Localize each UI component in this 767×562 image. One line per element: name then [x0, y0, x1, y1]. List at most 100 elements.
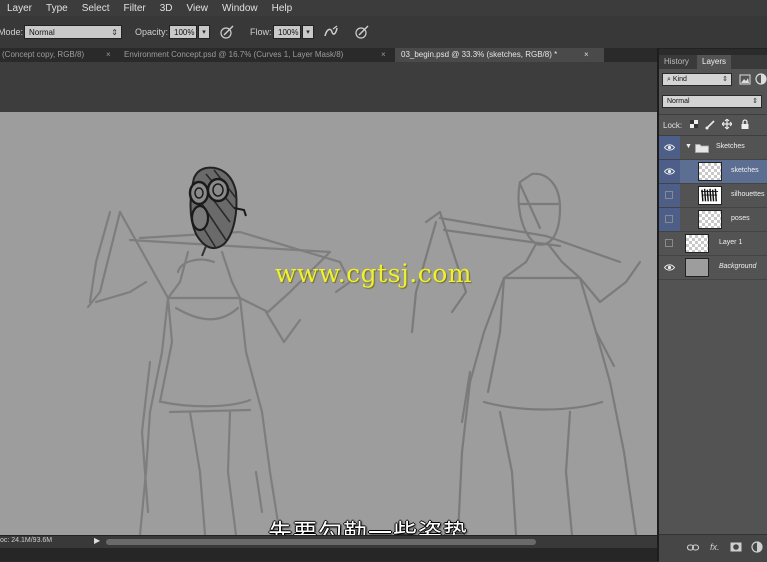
tab-close-icon[interactable]: × [381, 48, 386, 62]
layer-silhouettes[interactable]: silhouettes [659, 184, 767, 208]
layer-name: Layer 1 [719, 239, 743, 246]
airbrush-icon[interactable] [323, 24, 339, 40]
menu-window[interactable]: Window [215, 3, 265, 14]
menu-3d[interactable]: 3D [153, 3, 180, 14]
layer-thumbnail [685, 234, 709, 253]
document-canvas[interactable]: www.cgtsj.com 先要勾勒一些姿势 [0, 112, 657, 535]
status-bar: oc: 24.1M/93.6M ▶ [0, 535, 657, 548]
menu-select[interactable]: Select [75, 3, 117, 14]
tab-close-icon[interactable]: × [584, 48, 589, 62]
document-tab-bar: (Concept copy, RGB/8) × Environment Conc… [0, 48, 657, 62]
image-filter-icon[interactable] [739, 74, 751, 85]
tab-03-begin[interactable]: 03_begin.psd @ 33.3% (sketches, RGB/8) * [395, 48, 604, 62]
pressure-size-icon[interactable] [354, 24, 370, 40]
opacity-label: Opacity: [135, 27, 169, 37]
lock-transparent-icon[interactable] [689, 119, 699, 130]
blend-mode-select[interactable]: Normal ⇕ [662, 95, 762, 108]
layer-filter-select[interactable]: ⌕ Kind ⇕ [662, 73, 732, 86]
layer-name: Background [719, 263, 757, 270]
updown-arrow-icon: ⇕ [722, 76, 728, 83]
mask-icon[interactable] [730, 542, 742, 552]
panel-tab-bar: History Layers [659, 55, 767, 69]
blend-mode-value: Normal [667, 98, 690, 105]
layer-background[interactable]: Background [659, 256, 767, 280]
tab-close-icon[interactable]: × [106, 48, 111, 62]
eye-icon [664, 264, 675, 271]
opacity-value: 100% [174, 28, 195, 37]
tab-label: Environment Concept.psd @ 16.7% (Curves … [124, 50, 344, 59]
opacity-input[interactable]: 100% [169, 25, 197, 39]
layers-panel-footer: fx. [659, 534, 767, 562]
fx-icon[interactable]: fx. [710, 542, 720, 552]
layer-visibility-toggle[interactable] [659, 136, 680, 159]
layer-poses[interactable]: poses [659, 208, 767, 232]
layer-visibility-toggle[interactable] [659, 184, 680, 207]
layer-name: sketches [731, 167, 759, 174]
layer-visibility-toggle[interactable] [659, 160, 680, 183]
layer-thumbnail [698, 210, 722, 229]
status-menu-arrow-icon[interactable]: ▶ [94, 536, 100, 545]
layer-thumbnail [685, 258, 709, 277]
helmet-sketch [188, 166, 247, 257]
layer-thumbnail [698, 162, 722, 181]
layer-group-sketches[interactable]: ▼ Sketches [659, 136, 767, 160]
opacity-dropdown[interactable]: ▾ [198, 25, 210, 39]
filter-kind-value: Kind [672, 76, 687, 83]
sketch-artwork [86, 166, 642, 535]
mode-value: Normal [29, 28, 55, 37]
link-icon[interactable] [687, 544, 699, 551]
menu-filter[interactable]: Filter [117, 3, 153, 14]
tab-layers[interactable]: Layers [697, 55, 732, 69]
layer-name: silhouettes [731, 191, 765, 198]
right-figure-sketch [410, 172, 642, 535]
menu-layer[interactable]: Layer [0, 3, 39, 14]
mode-label: Mode: [0, 27, 24, 37]
layer-name: poses [731, 215, 750, 222]
mode-select[interactable]: Normal ⇕ [24, 25, 122, 39]
layer-visibility-toggle[interactable] [659, 256, 680, 279]
hidden-visibility-box [665, 215, 673, 223]
document-size-info: oc: 24.1M/93.6M [0, 537, 53, 544]
tool-options-bar: Mode: Normal ⇕ Opacity: 100% ▾ Flow: 100… [0, 16, 767, 49]
menu-view[interactable]: View [180, 3, 216, 14]
flow-value: 100% [278, 28, 299, 37]
menu-type[interactable]: Type [39, 3, 75, 14]
horizontal-scrollbar[interactable] [106, 539, 536, 545]
menu-help[interactable]: Help [265, 3, 300, 14]
layer-sketches[interactable]: sketches [659, 160, 767, 184]
lock-image-brush-icon[interactable] [705, 119, 715, 130]
hidden-visibility-box [665, 239, 673, 247]
lock-all-icon[interactable] [740, 119, 750, 130]
tab-history[interactable]: History [659, 55, 694, 69]
adjustment-icon[interactable] [751, 541, 763, 553]
watermark-text: www.cgtsj.com [275, 259, 473, 288]
lock-position-move-icon[interactable] [722, 119, 732, 130]
flow-label: Flow: [250, 27, 272, 37]
pressure-opacity-icon[interactable] [219, 24, 235, 40]
updown-arrow-icon: ⇕ [111, 28, 118, 37]
menu-bar: Layer Type Select Filter 3D View Window … [0, 0, 767, 16]
folder-icon [695, 144, 709, 153]
layer-visibility-toggle[interactable] [659, 232, 680, 255]
layer-layer-1[interactable]: Layer 1 [659, 232, 767, 256]
flow-dropdown[interactable]: ▾ [302, 25, 314, 39]
lock-label: Lock: [663, 121, 683, 130]
video-subtitle: 先要勾勒一些姿势 [268, 519, 468, 535]
tab-label: 03_begin.psd @ 33.3% (sketches, RGB/8) * [401, 50, 558, 59]
adjustment-filter-icon[interactable] [755, 73, 767, 85]
pasteboard [0, 62, 657, 112]
layers-panel: History Layers ⌕ Kind ⇕ Normal ⇕ Lock: ▼… [659, 55, 767, 562]
eye-icon [664, 144, 675, 151]
layer-visibility-toggle[interactable] [659, 208, 680, 231]
divider [659, 114, 767, 115]
updown-arrow-icon: ⇕ [752, 98, 758, 105]
flow-input[interactable]: 100% [273, 25, 301, 39]
tab-concept-copy[interactable]: (Concept copy, RGB/8) [0, 48, 110, 62]
disclosure-triangle-icon[interactable]: ▼ [685, 143, 692, 150]
layer-name: Sketches [716, 143, 745, 150]
eye-icon [664, 168, 675, 175]
bottom-strip [0, 548, 657, 561]
search-icon: ⌕ [667, 76, 671, 83]
hidden-visibility-box [665, 191, 673, 199]
tab-environment-concept[interactable]: Environment Concept.psd @ 16.7% (Curves … [120, 48, 392, 62]
